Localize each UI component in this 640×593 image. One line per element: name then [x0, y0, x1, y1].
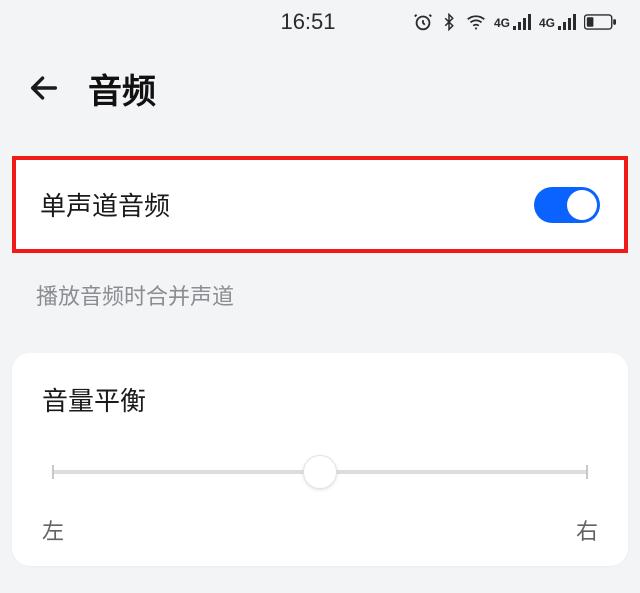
- signal-bars-icon: [513, 14, 533, 30]
- balance-end-labels: 左 右: [42, 514, 598, 546]
- mono-audio-highlight: 单声道音频: [12, 156, 628, 253]
- toggle-knob: [567, 190, 597, 220]
- signal-2-label: 4G: [539, 16, 555, 30]
- signal-1-label: 4G: [494, 16, 510, 30]
- balance-helper: 向左或右滑动，可调节相应声道的音量大小: [12, 566, 628, 593]
- mono-audio-label: 单声道音频: [40, 186, 170, 223]
- wifi-icon: [464, 11, 488, 33]
- mono-audio-toggle[interactable]: [534, 187, 600, 223]
- balance-slider[interactable]: [42, 452, 598, 492]
- signal-bars-icon: [558, 14, 578, 30]
- mono-audio-helper: 播放音频时合并声道: [12, 261, 628, 341]
- balance-right-label: 右: [576, 514, 598, 546]
- alarm-icon: [412, 11, 434, 33]
- balance-title: 音量平衡: [42, 381, 598, 418]
- signal-2: 4G: [539, 14, 578, 30]
- status-icons: 4G 4G: [411, 11, 616, 33]
- balance-left-label: 左: [42, 514, 64, 546]
- back-button[interactable]: [24, 68, 64, 108]
- mono-audio-row[interactable]: 单声道音频: [16, 160, 624, 249]
- bluetooth-icon: [440, 11, 458, 33]
- status-bar: 16:51 4G 4G: [0, 0, 640, 44]
- slider-thumb[interactable]: [303, 455, 337, 489]
- page-title: 音频: [88, 64, 156, 113]
- status-time: 16:51: [205, 9, 410, 35]
- battery-icon: [584, 14, 616, 30]
- content: 单声道音频 播放音频时合并声道 音量平衡 左 右 向左或右滑动，可调节相应声道的…: [0, 156, 640, 593]
- arrow-left-icon: [27, 71, 61, 105]
- app-bar: 音频: [0, 44, 640, 132]
- signal-1: 4G: [494, 14, 533, 30]
- balance-card: 音量平衡 左 右: [12, 353, 628, 566]
